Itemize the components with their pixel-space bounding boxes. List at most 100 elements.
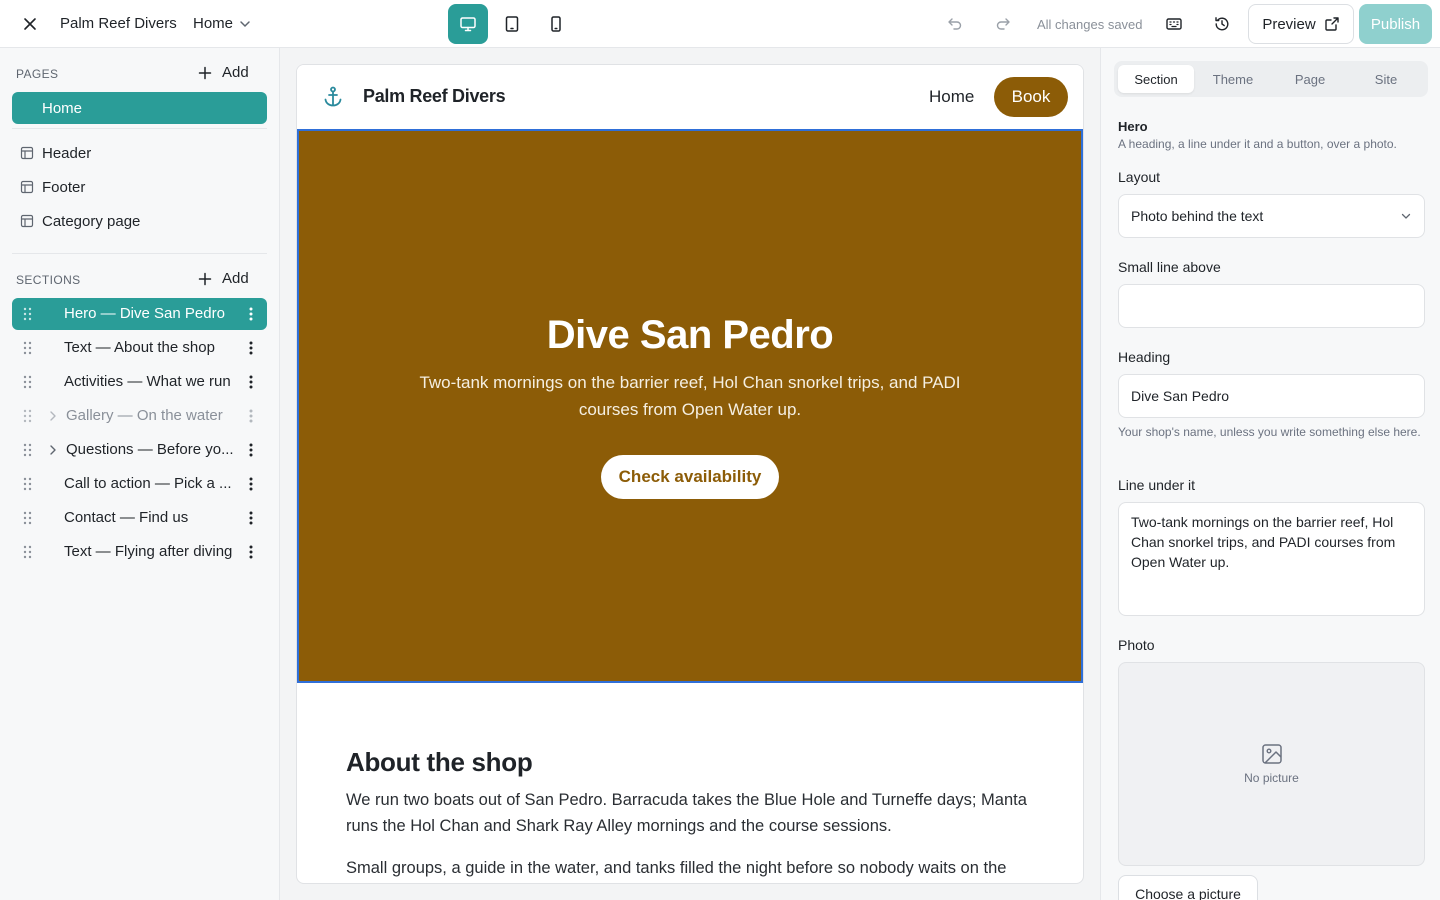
heading-input[interactable]: [1118, 374, 1425, 418]
page-item-label: Header: [42, 144, 92, 162]
book-button[interactable]: Book: [994, 77, 1068, 117]
more-vertical-icon[interactable]: [246, 374, 256, 390]
section-item[interactable]: Gallery — On the water: [12, 400, 267, 432]
about-paragraph: Small groups, a guide in the water, and …: [346, 859, 1007, 877]
choose-picture-button[interactable]: Choose a picture: [1118, 875, 1258, 900]
more-vertical-icon[interactable]: [246, 476, 256, 492]
drag-handle-icon[interactable]: [22, 408, 33, 424]
tablet-view-button[interactable]: [492, 4, 532, 44]
publish-button[interactable]: Publish: [1359, 4, 1432, 44]
photo-dropzone[interactable]: No picture: [1118, 662, 1425, 866]
check-availability-button[interactable]: Check availability: [601, 455, 779, 499]
history-icon: [1215, 17, 1229, 31]
section-item[interactable]: Call to action — Pick a ...: [12, 468, 267, 500]
add-page-button[interactable]: Add: [198, 64, 249, 81]
more-vertical-icon[interactable]: [246, 306, 256, 322]
tab-theme[interactable]: Theme: [1195, 65, 1271, 93]
keyboard-shortcuts-button[interactable]: [1162, 12, 1186, 36]
drag-handle-icon[interactable]: [22, 510, 33, 526]
layout-select-value: Photo behind the text: [1131, 208, 1264, 224]
section-item[interactable]: Text — Flying after diving: [12, 536, 267, 568]
more-vertical-icon[interactable]: [246, 442, 256, 458]
layout-select[interactable]: Photo behind the text: [1118, 194, 1425, 238]
more-vertical-icon[interactable]: [246, 510, 256, 526]
more-vertical-icon[interactable]: [246, 408, 256, 424]
section-item[interactable]: Activities — What we run: [12, 366, 267, 398]
section-description: A heading, a line under it and a button,…: [1118, 137, 1397, 151]
chevron-right-icon[interactable]: [48, 410, 58, 422]
plus-icon: [198, 272, 212, 285]
page-canvas: Palm Reef Divers Home Book Dive San Pedr…: [296, 64, 1084, 884]
section-item[interactable]: Text — About the shop: [12, 332, 267, 364]
about-title: About the shop: [346, 747, 533, 777]
page-item-label: Home: [42, 99, 83, 117]
inspector-tabs: Section Theme Page Site: [1114, 61, 1428, 97]
drag-handle-icon[interactable]: [22, 340, 33, 356]
tab-page[interactable]: Page: [1272, 65, 1348, 93]
section-item[interactable]: Hero — Dive San Pedro: [12, 298, 267, 330]
page-item-header[interactable]: Header: [12, 137, 267, 169]
preview-label: Preview: [1262, 15, 1316, 33]
inspector-panel: Section Theme Page Site Hero A heading, …: [1100, 48, 1440, 900]
drag-handle-icon[interactable]: [22, 544, 33, 560]
keyboard-icon: [1166, 18, 1182, 30]
tab-site[interactable]: Site: [1348, 65, 1424, 93]
page-switcher-label: Home: [193, 15, 234, 32]
section-item[interactable]: Contact — Find us: [12, 502, 267, 534]
redo-button[interactable]: [990, 12, 1016, 36]
preview-button[interactable]: Preview: [1248, 4, 1354, 44]
close-editor-button[interactable]: [16, 10, 44, 38]
drag-handle-icon[interactable]: [22, 442, 33, 458]
nav-link-home[interactable]: Home: [929, 87, 974, 107]
line-under-textarea[interactable]: Two-tank mornings on the barrier reef, H…: [1118, 502, 1425, 616]
structure-sidebar: Pages Add Home Header Footer Category pa…: [0, 48, 280, 900]
sections-divider: [12, 253, 267, 254]
add-section-button[interactable]: Add: [198, 270, 249, 287]
hero-title: Dive San Pedro: [546, 313, 834, 357]
image-icon: [1262, 744, 1282, 764]
phone-view-button[interactable]: [536, 4, 576, 44]
hero-subtitle: Two-tank mornings on the barrier reef, H…: [419, 373, 961, 419]
section-title: Hero: [1118, 119, 1148, 134]
chevron-right-icon[interactable]: [48, 444, 58, 456]
undo-icon: [948, 18, 962, 30]
more-vertical-icon[interactable]: [246, 544, 256, 560]
undo-button[interactable]: [942, 12, 968, 36]
more-vertical-icon[interactable]: [246, 340, 256, 356]
layout-icon: [20, 214, 34, 228]
section-item-label: Hero — Dive San Pedro: [64, 305, 225, 322]
layout-icon: [20, 180, 34, 194]
page-item-category[interactable]: Category page: [12, 205, 267, 237]
section-item-label: Text — Flying after diving: [64, 543, 233, 560]
page-item-footer[interactable]: Footer: [12, 171, 267, 203]
section-item-label: Activities — What we run: [64, 373, 231, 390]
history-button[interactable]: [1210, 12, 1234, 36]
drag-handle-icon[interactable]: [22, 306, 33, 322]
redo-icon: [996, 18, 1010, 30]
photo-empty-text: No picture: [1244, 771, 1299, 785]
tablet-icon: [505, 16, 519, 32]
heading-label: Heading: [1118, 349, 1171, 365]
desktop-icon: [460, 17, 476, 32]
tab-section[interactable]: Section: [1118, 65, 1194, 93]
sections-heading: Sections: [16, 273, 81, 287]
line-under-label: Line under it: [1118, 477, 1196, 493]
section-item-label: Questions — Before yo...: [66, 441, 234, 458]
section-item-label: Contact — Find us: [64, 509, 189, 526]
page-item-home[interactable]: Home: [12, 92, 267, 124]
section-item[interactable]: Questions — Before yo...: [12, 434, 267, 466]
about-paragraph: We run two boats out of San Pedro. Barra…: [346, 791, 1027, 835]
hero-section[interactable]: Dive San Pedro Two-tank mornings on the …: [297, 129, 1083, 683]
close-icon: [24, 18, 36, 30]
phone-icon: [551, 16, 561, 32]
drag-handle-icon[interactable]: [22, 374, 33, 390]
anchor-icon: [324, 86, 342, 107]
layout-label: Layout: [1118, 169, 1161, 185]
desktop-view-button[interactable]: [448, 4, 488, 44]
site-name: Palm Reef Divers: [60, 15, 177, 32]
small-line-input[interactable]: [1118, 284, 1425, 328]
site-header[interactable]: Palm Reef Divers Home Book: [297, 65, 1083, 129]
page-switcher[interactable]: Home: [193, 15, 251, 32]
small-line-label: Small line above: [1118, 259, 1221, 275]
drag-handle-icon[interactable]: [22, 476, 33, 492]
